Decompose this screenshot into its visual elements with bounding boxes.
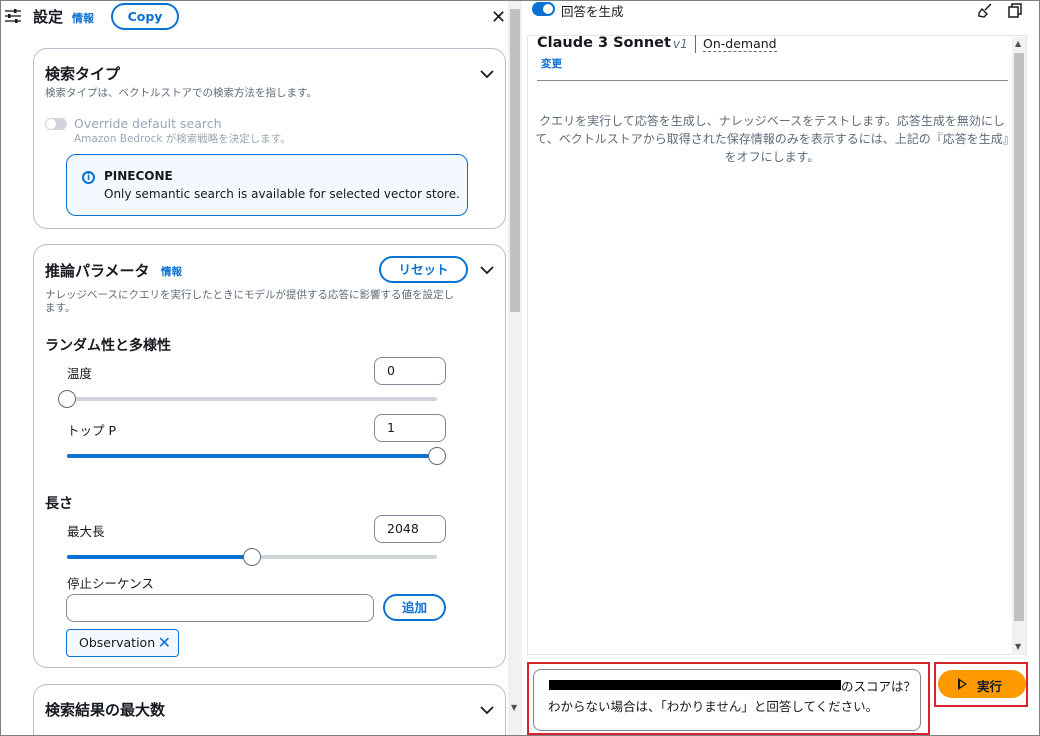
reset-button[interactable]: リセット — [379, 256, 468, 283]
override-search-description: Amazon Bedrock が検索戦略を決定します。 — [74, 133, 291, 145]
change-model-link[interactable]: 変更 — [541, 56, 562, 71]
alert-message: Only semantic search is available for se… — [104, 187, 460, 201]
search-type-heading: 検索タイプ — [45, 65, 121, 83]
length-heading: 長さ — [45, 496, 73, 512]
max-results-card: 検索結果の最大数 — [33, 684, 506, 735]
settings-panel: 設定 情報 Copy ✕ 検索タイプ 検索タイプは、ベクトルストアでの検索方法を… — [1, 1, 522, 735]
scroll-up-arrow[interactable]: ▲ — [1015, 39, 1021, 48]
temperature-label: 温度 — [67, 366, 93, 381]
override-search-label: Override default search — [74, 116, 222, 131]
override-search-toggle[interactable] — [45, 118, 67, 130]
alert-title: PINECONE — [104, 169, 173, 183]
test-panel: 回答を生成 Claude 3 Sonnet v1 On-demand 変更 クエ… — [523, 1, 1039, 735]
output-scrollbar[interactable]: ▲ ▼ — [1012, 37, 1026, 655]
empty-state-message: クエリを実行して応答を生成し、ナレッジベースをテストします。応答生成を無効にして… — [535, 114, 1009, 164]
model-version: v1 — [673, 37, 688, 51]
settings-title: 設定 — [33, 8, 64, 26]
play-icon — [958, 678, 967, 690]
settings-scrollbar-thumb[interactable] — [510, 9, 520, 312]
settings-header: 設定 情報 Copy ✕ — [1, 1, 522, 35]
top-p-input[interactable]: 1 — [374, 414, 446, 442]
generate-response-label: 回答を生成 — [561, 4, 624, 19]
stop-sequence-input[interactable] — [66, 594, 374, 622]
throughput-label[interactable]: On-demand — [703, 36, 777, 52]
copy-icon[interactable] — [1008, 3, 1023, 18]
settings-sliders-icon[interactable] — [5, 9, 21, 23]
info-icon: i — [82, 171, 95, 184]
settings-scrollbar[interactable]: ▼ — [508, 1, 522, 735]
randomness-heading: ランダム性と多様性 — [45, 338, 171, 354]
chevron-down-icon[interactable] — [480, 705, 494, 715]
max-length-label: 最大長 — [67, 524, 105, 539]
generate-response-toggle[interactable] — [532, 2, 555, 16]
top-p-label: トップ P — [67, 423, 117, 438]
max-length-slider[interactable] — [67, 548, 437, 566]
search-type-card: 検索タイプ 検索タイプは、ベクトルストアでの検索方法を指します。 Overrid… — [33, 48, 506, 229]
scroll-down-arrow[interactable]: ▼ — [1015, 642, 1021, 651]
temperature-slider-thumb[interactable] — [58, 390, 76, 408]
model-name: Claude 3 Sonnet — [537, 35, 671, 51]
run-button[interactable]: 実行 — [938, 670, 1026, 698]
add-stop-sequence-button[interactable]: 追加 — [383, 594, 446, 621]
copy-button[interactable]: Copy — [111, 3, 179, 30]
vector-store-alert: i PINECONE Only semantic search is avail… — [66, 154, 468, 216]
max-length-input[interactable]: 2048 — [374, 515, 446, 543]
settings-info-link[interactable]: 情報 — [72, 10, 94, 26]
temperature-slider[interactable] — [58, 390, 437, 408]
stop-token: Observation ✕ — [66, 629, 179, 657]
max-results-heading: 検索結果の最大数 — [45, 701, 166, 719]
stop-sequence-label: 停止シーケンス — [67, 576, 154, 591]
inference-description-line2: ます。 — [45, 302, 76, 314]
temperature-input[interactable]: 0 — [374, 357, 446, 385]
inference-info-link[interactable]: 情報 — [161, 266, 182, 279]
chevron-down-icon[interactable] — [480, 265, 494, 275]
chevron-down-icon[interactable] — [480, 69, 494, 79]
remove-token-icon[interactable]: ✕ — [158, 630, 171, 656]
run-button-label: 実行 — [977, 679, 1003, 694]
top-p-slider[interactable] — [67, 447, 446, 465]
query-line1: のスコアは？ — [841, 679, 917, 694]
stop-token-label: Observation — [79, 635, 156, 650]
clear-broom-icon[interactable] — [978, 3, 993, 18]
query-input[interactable]: のスコアは？ わからない場合は、「わかりません」と回答してください。 — [533, 669, 921, 731]
search-type-description: 検索タイプは、ベクトルストアでの検索方法を指します。 — [45, 87, 317, 99]
model-separator — [537, 80, 1008, 81]
inference-params-card: 推論パラメータ 情報 リセット ナレッジベースにクエリを実行したときにモデルが提… — [33, 244, 506, 668]
close-icon[interactable]: ✕ — [491, 7, 506, 28]
model-divider — [695, 35, 696, 53]
inference-description-line1: ナレッジベースにクエリを実行したときにモデルが提供する応答に影響する値を設定し — [45, 289, 454, 301]
redacted-text — [549, 680, 841, 690]
scroll-down-arrow[interactable]: ▼ — [511, 703, 517, 712]
query-line2: わからない場合は、「わかりません」と回答してください。 — [548, 699, 879, 714]
output-scrollbar-thumb[interactable] — [1014, 53, 1024, 621]
top-p-slider-thumb[interactable] — [428, 447, 446, 465]
inference-heading: 推論パラメータ — [45, 262, 150, 280]
max-length-slider-thumb[interactable] — [243, 548, 261, 566]
